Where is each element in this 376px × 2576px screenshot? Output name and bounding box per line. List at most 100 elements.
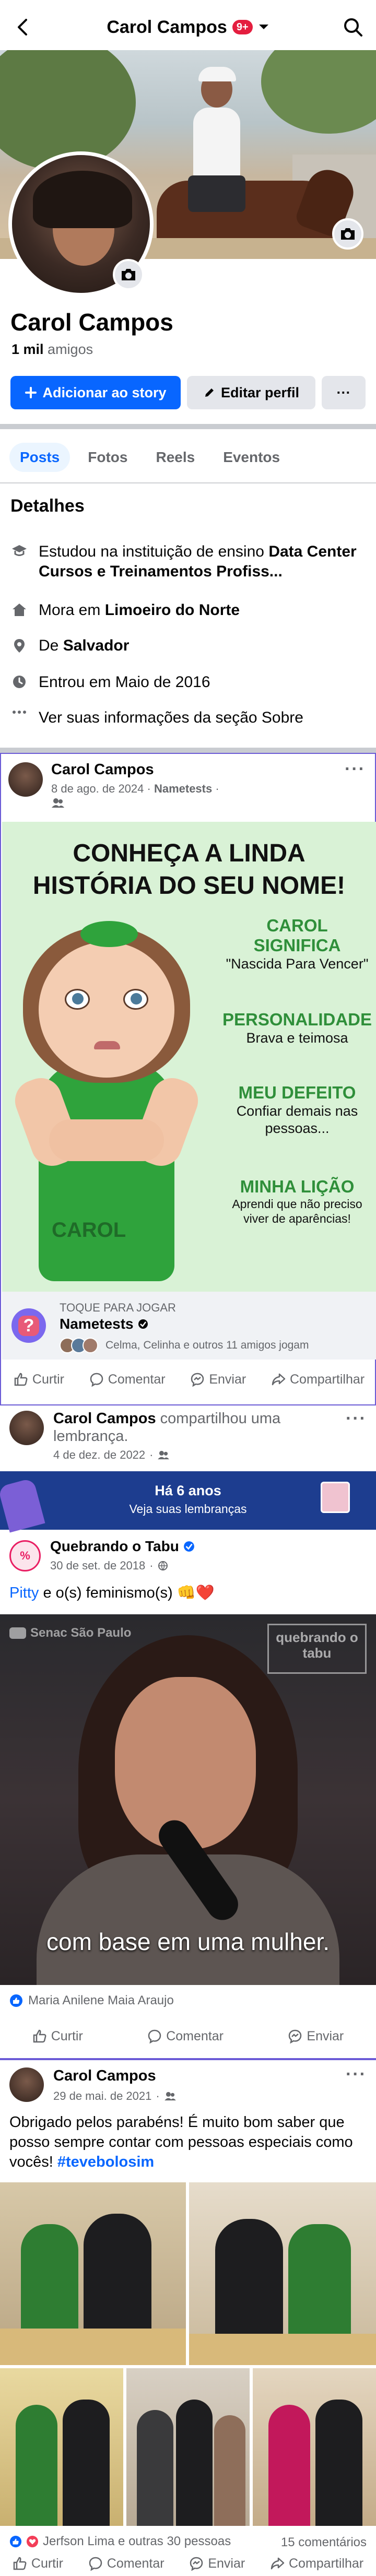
post-date[interactable]: 4 de dez. de 2022 (53, 1448, 145, 1462)
detail-about-link[interactable]: Ver suas informações da seção Sobre (10, 708, 366, 728)
post-photo[interactable] (0, 2182, 186, 2365)
photo-person (137, 2410, 173, 2526)
avatar-camera-button[interactable] (113, 259, 144, 290)
tab-events[interactable]: Eventos (213, 443, 290, 472)
shared-page-avatar[interactable]: % (9, 1540, 41, 1571)
game-name-tag: CAROL (52, 1219, 126, 1242)
reaction-row[interactable]: Maria Anilene Maia Araujo (9, 1993, 174, 2008)
more-options-button[interactable]: ··· (322, 376, 366, 409)
verified-icon (138, 1319, 148, 1329)
search-icon[interactable] (342, 16, 365, 39)
tab-photos[interactable]: Fotos (77, 443, 138, 472)
post-author-avatar[interactable] (9, 2067, 44, 2102)
send-button[interactable]: Enviar (288, 2029, 344, 2044)
detail-education[interactable]: Estudou na instituição de ensino Data Ce… (10, 542, 366, 582)
player-avatar (83, 1338, 98, 1353)
verified-icon (183, 1541, 194, 1552)
post-header-text: Carol Campos compartilhou uma lembrança. (53, 1410, 346, 1445)
details-title: Detalhes (10, 496, 85, 516)
post-options-button[interactable]: ··· (346, 1409, 367, 1429)
post-author-name[interactable]: Carol Campos (53, 1410, 156, 1427)
comment-count[interactable]: 15 comentários (281, 2535, 367, 2550)
cover-rider-cap (198, 67, 236, 81)
game-section-text: "Nascida Para Vencer" (226, 956, 369, 972)
tab-reels[interactable]: Reels (145, 443, 205, 472)
nametests-logo: ? (11, 1308, 46, 1343)
post-date[interactable]: 29 de mai. de 2021 (53, 2089, 151, 2103)
header-title-group[interactable]: Carol Campos 9+ (107, 17, 269, 38)
nametests-logo-mark: ? (18, 1315, 40, 1336)
from-city: Salvador (63, 637, 130, 654)
post-author-name[interactable]: Carol Campos (51, 761, 154, 778)
doll-crossed-arms (49, 1119, 164, 1161)
friends-count[interactable]: 1 mil amigos (11, 341, 93, 358)
like-button[interactable]: Curtir (13, 2556, 63, 2571)
post-actions: Curtir Comentar Enviar Compartilhar (0, 2551, 376, 2576)
share-button[interactable]: Compartilhar (271, 1372, 365, 1387)
post-options-button[interactable]: ··· (345, 759, 366, 779)
cover-camera-button[interactable] (332, 218, 363, 250)
plus-icon (25, 387, 37, 398)
education-prefix: Estudou na instituição de ensino (39, 543, 269, 560)
post-options-button[interactable]: ··· (346, 2064, 367, 2085)
post-author-avatar[interactable] (9, 1411, 44, 1445)
doll-bow (80, 921, 138, 947)
detail-from[interactable]: De Salvador (10, 636, 366, 656)
like-icon (13, 2557, 27, 2570)
post-photo[interactable] (0, 2368, 123, 2526)
like-reaction-icon (9, 2535, 22, 2548)
graduation-cap-icon (10, 542, 28, 582)
comment-icon (90, 1373, 103, 1387)
post-photo[interactable] (189, 2182, 376, 2365)
send-button[interactable]: Enviar (190, 1372, 246, 1387)
from-prefix: De (39, 637, 63, 654)
detail-lives-text: Mora em Limoeiro do Norte (39, 600, 240, 620)
like-button[interactable]: Curtir (14, 1372, 64, 1387)
game-title: CONHEÇA A LINDA HISTÓRIA DO SEU NOME! (2, 837, 376, 902)
friends-count-number: 1 mil (11, 341, 44, 357)
players-row: Celma, Celinha e outros 11 amigos jogam (60, 1338, 309, 1353)
memory-banner[interactable]: Há 6 anos Veja suas lembranças (0, 1471, 376, 1533)
post-photo[interactable] (126, 2368, 250, 2526)
reaction-row[interactable]: Jerfson Lima e outras 30 pessoas (9, 2534, 231, 2549)
section-divider (0, 748, 376, 753)
post-date[interactable]: 8 de ago. de 2024 (51, 782, 144, 795)
tab-posts[interactable]: Posts (9, 443, 70, 472)
add-story-button[interactable]: Adicionar ao story (10, 376, 181, 409)
post-app-name[interactable]: Nametests (154, 782, 212, 795)
profile-name: Carol Campos (10, 309, 173, 336)
post-hashtag[interactable]: #tevebolosim (57, 2154, 154, 2170)
comment-label: Comentar (108, 1372, 166, 1387)
post-author-avatar[interactable] (8, 762, 43, 797)
edit-profile-button[interactable]: Editar perfil (187, 376, 315, 409)
love-reaction-icon (26, 2535, 39, 2548)
back-arrow-icon[interactable] (11, 16, 34, 39)
comment-button[interactable]: Comentar (88, 2556, 164, 2571)
reaction-names: Maria Anilene Maia Araujo (28, 1993, 174, 2007)
post-nametests: Carol Campos 8 de ago. de 2024 · Nametes… (0, 753, 376, 1405)
photo-person (268, 2405, 310, 2526)
game-section: PERSONALIDADE Brava e teimosa (221, 1010, 373, 1047)
like-button[interactable]: Curtir (32, 2029, 83, 2044)
camera-icon (122, 269, 135, 280)
photo-person (315, 2400, 362, 2526)
photo-person (63, 2400, 110, 2526)
comment-button[interactable]: Comentar (147, 2029, 224, 2044)
video-player[interactable]: Senac São Paulo quebrando o tabu com bas… (0, 1614, 376, 1985)
shared-page-name[interactable]: Quebrando o Tabu (50, 1538, 179, 1555)
detail-lives[interactable]: Mora em Limoeiro do Norte (10, 600, 366, 620)
clock-icon (10, 672, 28, 692)
post-meta: 29 de mai. de 2021 · (53, 2089, 177, 2103)
post-photo[interactable] (253, 2368, 376, 2526)
comment-label: Comentar (166, 2028, 224, 2043)
comment-button[interactable]: Comentar (89, 1372, 166, 1387)
shared-text-mention[interactable]: Pitty (9, 1585, 39, 1601)
share-button[interactable]: Compartilhar (270, 2556, 363, 2571)
share-icon (271, 2557, 285, 2570)
play-bar[interactable]: ? TOQUE PARA JOGAR Nametests Celma, Celi… (2, 1292, 376, 1360)
send-button[interactable]: Enviar (189, 2556, 245, 2571)
post-author-name[interactable]: Carol Campos (53, 2067, 156, 2085)
share-icon (272, 1373, 286, 1386)
nametests-image[interactable]: CONHEÇA A LINDA HISTÓRIA DO SEU NOME! CAR… (2, 822, 376, 1292)
post-meta: 4 de dez. de 2022 · (53, 1448, 170, 1462)
